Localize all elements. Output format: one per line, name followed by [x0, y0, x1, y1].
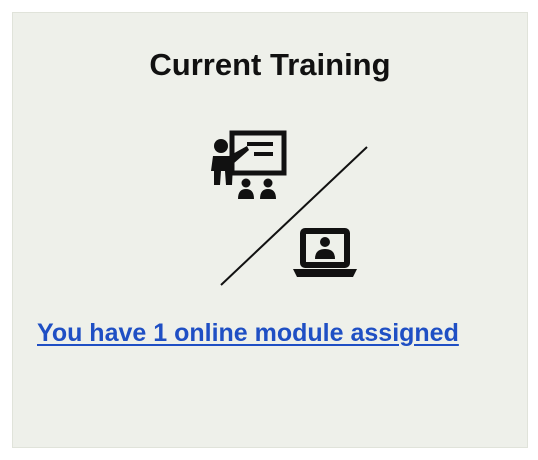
laptop-user-icon: [293, 228, 357, 277]
assigned-modules-link[interactable]: You have 1 online module assigned: [37, 319, 459, 348]
card-title: Current Training: [149, 47, 391, 82]
training-mode-illustration: [211, 130, 368, 286]
training-card: Current Training You have 1 online modul…: [12, 12, 528, 448]
teacher-presenting-icon: [211, 130, 287, 199]
